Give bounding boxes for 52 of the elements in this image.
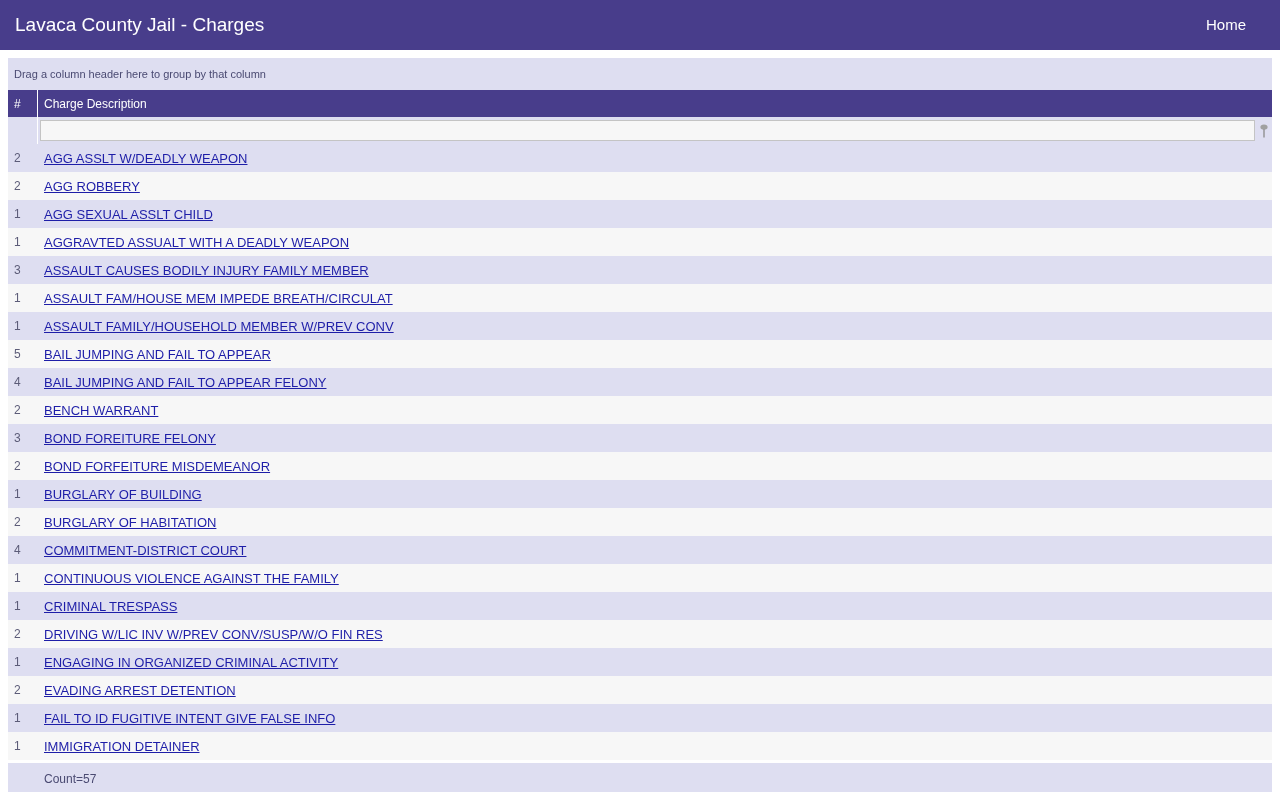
charge-link[interactable]: DRIVING W/LIC INV W/PREV CONV/SUSP/W/O FIN RES [44, 626, 383, 642]
group-panel-hint: Drag a column header here to group by that column [14, 68, 266, 80]
charge-link[interactable]: AGGRAVTED ASSUALT WITH A DEADLY WEAPON [44, 234, 350, 250]
charge-link[interactable]: ASSAULT FAMILY/HOUSEHOLD MEMBER W/PREV CONV [44, 318, 394, 334]
count-cell: 2 [14, 459, 21, 473]
count-cell: 2 [14, 627, 21, 641]
count-cell: 1 [14, 655, 21, 669]
count-cell: 1 [14, 739, 21, 753]
count-cell: 2 [14, 151, 21, 165]
count-cell: 1 [14, 571, 21, 585]
charge-link[interactable]: BOND FOREITURE FELONY [44, 430, 216, 446]
count-cell: 3 [14, 431, 21, 445]
charge-link[interactable]: FAIL TO ID FUGITIVE INTENT GIVE FALSE INFO [44, 710, 336, 726]
charge-link[interactable]: EVADING ARREST DETENTION [44, 682, 236, 698]
charge-link[interactable]: AGG SEXUAL ASSLT CHILD [44, 206, 213, 222]
count-cell: 2 [14, 515, 21, 529]
count-cell: 1 [14, 207, 21, 221]
filter-field[interactable] [40, 120, 1255, 141]
count-cell: 1 [14, 711, 21, 725]
count-summary: Count=57 [44, 771, 97, 786]
count-cell: 1 [14, 319, 21, 333]
charge-link[interactable]: BURGLARY OF HABITATION [44, 514, 217, 530]
charge-link[interactable]: AGG ROBBERY [44, 178, 140, 194]
charge-link[interactable]: ENGAGING IN ORGANIZED CRIMINAL ACTIVITY [44, 654, 339, 670]
column-header[interactable]: Charge Description [38, 90, 1272, 117]
charge-link[interactable]: BAIL JUMPING AND FAIL TO APPEAR [44, 346, 271, 362]
charge-link[interactable]: COMMITMENT-DISTRICT COURT [44, 542, 247, 558]
charge-link[interactable]: BAIL JUMPING AND FAIL TO APPEAR FELONY [44, 374, 327, 390]
column-header[interactable]: # [8, 90, 38, 117]
count-cell: 1 [14, 599, 21, 613]
count-cell: 4 [14, 543, 21, 557]
charge-link[interactable]: CONTINUOUS VIOLENCE AGAINST THE FAMILY [44, 570, 339, 586]
charge-link[interactable]: CRIMINAL TRESPASS [44, 598, 178, 614]
charge-link[interactable]: ASSAULT FAM/HOUSE MEM IMPEDE BREATH/CIRCULAT [44, 290, 393, 306]
count-cell: 2 [14, 683, 21, 697]
count-cell: 1 [14, 291, 21, 305]
count-cell: 2 [14, 179, 21, 193]
count-cell: 3 [14, 263, 21, 277]
count-cell: 1 [14, 487, 21, 501]
charge-link[interactable]: BENCH WARRANT [44, 402, 159, 418]
page-title: Lavaca County Jail - Charges [15, 14, 265, 36]
nav-link[interactable]: Home [1206, 16, 1246, 33]
charge-link[interactable]: BURGLARY OF BUILDING [44, 486, 202, 502]
charge-link[interactable]: BOND FORFEITURE MISDEMEANOR [44, 458, 271, 474]
pin-icon[interactable] [1260, 123, 1268, 138]
count-cell: 2 [14, 403, 21, 417]
charge-link[interactable]: IMMIGRATION DETAINER [44, 738, 200, 754]
charge-link[interactable]: AGG ASSLT W/DEADLY WEAPON [44, 150, 248, 166]
count-cell: 5 [14, 347, 21, 361]
count-cell: 4 [14, 375, 21, 389]
charge-link[interactable]: ASSAULT CAUSES BODILY INJURY FAMILY MEMBER [44, 262, 369, 278]
count-cell: 1 [14, 235, 21, 249]
